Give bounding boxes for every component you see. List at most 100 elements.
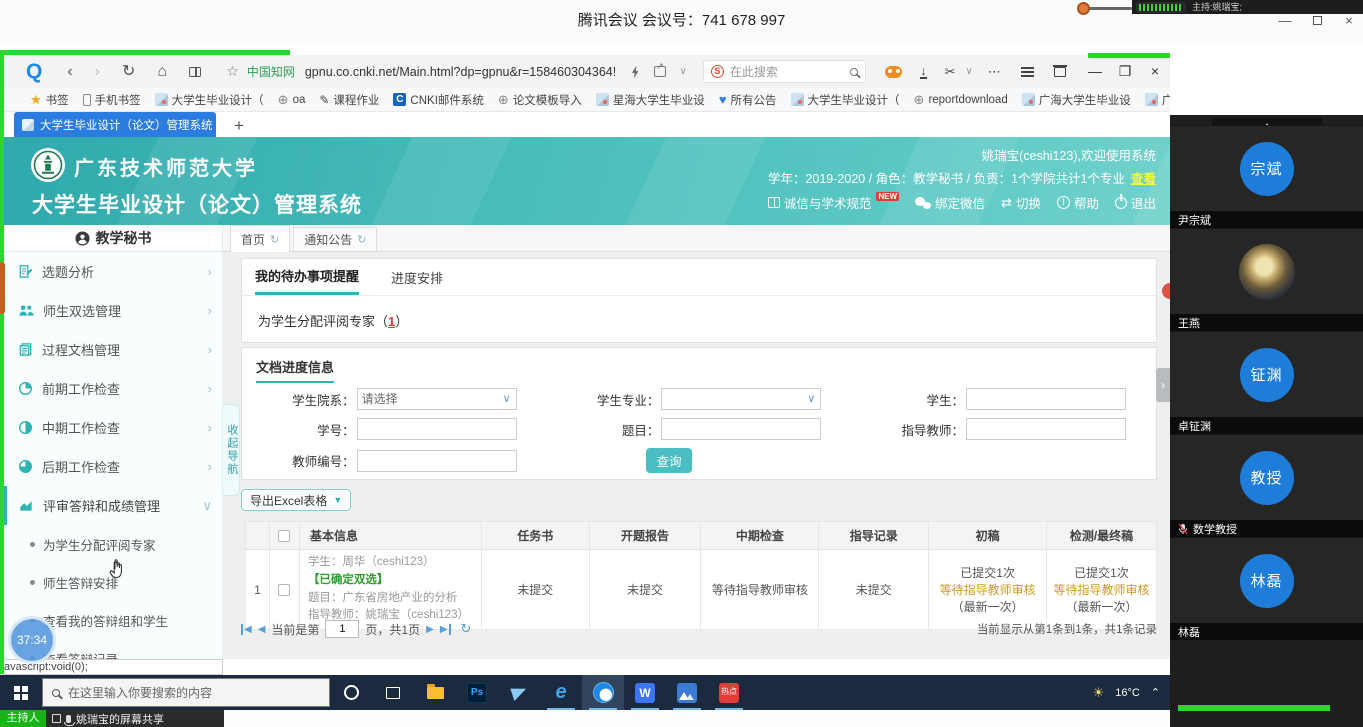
student-no-input[interactable] xyxy=(357,418,517,440)
volume-slider[interactable] xyxy=(1088,7,1132,10)
export-excel-button[interactable]: 导出Excel表格▼ xyxy=(241,489,351,511)
hotspot-button[interactable]: 热点 xyxy=(708,675,750,710)
teacher-input[interactable] xyxy=(966,418,1126,440)
row-checkbox[interactable] xyxy=(278,584,290,596)
site-label[interactable]: 中国知网 xyxy=(247,63,295,80)
bookmark-item[interactable]: 大学生毕业设计（ xyxy=(791,92,900,108)
help-link[interactable]: ! 帮助 xyxy=(1057,193,1099,212)
home-icon[interactable]: ⌂ xyxy=(157,64,167,80)
logout-link[interactable]: 退出 xyxy=(1115,193,1156,212)
bookmark-item[interactable]: 大学生毕业设计（ xyxy=(155,92,264,108)
collapse-nav-tab[interactable]: 收起导航 xyxy=(223,404,240,496)
tab-schedule[interactable]: 进度安排 xyxy=(391,259,443,295)
tray-expand-icon[interactable]: ⌃ xyxy=(1151,686,1160,699)
participant-tile[interactable]: 宗斌 xyxy=(1170,125,1363,211)
download-icon[interactable]: ↓ xyxy=(920,65,927,79)
panel-expander-button[interactable]: › xyxy=(1156,368,1170,402)
forward-icon[interactable]: › xyxy=(95,64,100,80)
weather-icon[interactable]: ☀ xyxy=(1093,685,1105,701)
mountain-app-button[interactable] xyxy=(666,675,708,710)
sidebar-item-early-check[interactable]: 前期工作检查› xyxy=(4,369,222,408)
new-tab-button[interactable]: + xyxy=(234,114,244,137)
more-tools-icon[interactable]: ⋯ xyxy=(988,64,1002,80)
todo-item[interactable]: 为学生分配评阅专家（1） xyxy=(242,296,1156,345)
participant-tile[interactable]: 林磊 xyxy=(1170,537,1363,623)
bookmark-star-icon[interactable]: ☆ xyxy=(226,63,239,80)
screenshot-scissors-icon[interactable]: ✂ xyxy=(945,64,956,80)
bookmark-item[interactable]: ♥所有公告 xyxy=(719,92,777,108)
view-link[interactable]: 查看 xyxy=(1131,172,1156,186)
bookmark-item[interactable]: CCNKI邮件系统 xyxy=(393,92,483,108)
page-number-input[interactable] xyxy=(325,620,359,638)
paper-plane-app-button[interactable] xyxy=(498,675,540,710)
address-bar[interactable]: gpnu.co.cnki.net/Main.html?dp=gpnu&r=158… xyxy=(305,65,625,79)
integrity-link[interactable]: 诚信与学术规范 NEW xyxy=(768,193,899,212)
tab-todo-reminders[interactable]: 我的待办事项提醒 xyxy=(255,259,359,295)
chevron-down-icon[interactable]: ∨ xyxy=(680,66,687,77)
participant-tile[interactable]: 教授 xyxy=(1170,434,1363,520)
refresh-tab-icon[interactable]: ↻ xyxy=(357,233,366,246)
edge-button[interactable]: e xyxy=(540,675,582,710)
screenshot-dropdown-icon[interactable]: ∨ xyxy=(965,66,972,77)
last-page-icon[interactable]: ▶ xyxy=(440,624,451,635)
cortana-button[interactable] xyxy=(330,675,372,710)
sidebar-item-mid-check[interactable]: 中期工作检查› xyxy=(4,408,222,447)
prev-page-icon[interactable]: ◀ xyxy=(258,624,266,635)
wps-button[interactable]: W xyxy=(624,675,666,710)
qq-browser-logo-icon[interactable]: Q xyxy=(26,60,42,84)
sidebar-item-topic-analysis[interactable]: 选题分析› xyxy=(4,252,222,291)
temperature[interactable]: 16°C xyxy=(1115,687,1140,699)
task-view-button[interactable] xyxy=(372,675,414,710)
flash-icon[interactable] xyxy=(631,65,640,79)
tab-notice[interactable]: 通知公告↻ xyxy=(293,227,377,251)
close-icon[interactable]: × xyxy=(1341,13,1357,28)
topic-input[interactable] xyxy=(661,418,821,440)
participant-tile[interactable]: 钲渊 xyxy=(1170,331,1363,417)
taskbar-search-box[interactable]: 在这里输入你要搜索的内容 xyxy=(42,678,330,707)
share-icon[interactable] xyxy=(654,66,665,77)
bookmark-item[interactable]: ✎课程作业 xyxy=(319,92,379,108)
search-icon[interactable] xyxy=(850,68,858,76)
refresh-tab-icon[interactable]: ↻ xyxy=(270,233,279,246)
bookmark-item[interactable]: ⊕reportdownload xyxy=(914,92,1008,108)
reload-list-icon[interactable]: ↻ xyxy=(461,621,472,637)
major-select[interactable] xyxy=(661,388,821,410)
tab-home[interactable]: 首页↻ xyxy=(230,225,290,252)
bookmark-item[interactable]: 手机书签 xyxy=(83,92,141,108)
participant-tile[interactable] xyxy=(1170,228,1363,314)
volume-slider-handle[interactable] xyxy=(1077,2,1090,15)
teacher-no-input[interactable] xyxy=(357,450,517,472)
reading-mode-icon[interactable] xyxy=(189,67,201,77)
sidebar-item-process-docs[interactable]: 过程文档管理› xyxy=(4,330,222,369)
first-page-icon[interactable]: ◀ xyxy=(241,624,252,635)
meeting-timer[interactable]: 37:34 xyxy=(8,616,56,664)
select-all-checkbox[interactable] xyxy=(278,530,290,542)
start-button[interactable] xyxy=(0,675,42,710)
file-explorer-button[interactable] xyxy=(414,675,456,710)
browser-close-icon[interactable]: × xyxy=(1140,63,1170,80)
browser-search-box[interactable]: S 在此搜索 xyxy=(703,60,867,83)
student-input[interactable] xyxy=(966,388,1126,410)
sidebar-item-review-defense[interactable]: 评审答辩和成绩管理∨ xyxy=(4,486,222,525)
bookmark-item[interactable]: 星海大学生毕业设 xyxy=(596,92,705,108)
back-icon[interactable]: ‹ xyxy=(67,64,72,80)
switch-role-link[interactable]: ⇄ 切换 xyxy=(1001,193,1041,212)
next-page-icon[interactable]: ▶ xyxy=(426,624,434,635)
browser-minimize-icon[interactable]: — xyxy=(1080,63,1110,80)
bookmark-item[interactable]: 广二师大学 xyxy=(1145,92,1170,108)
minimize-icon[interactable]: — xyxy=(1277,13,1293,28)
screen-share-banner[interactable]: 姚瑞宝的屏幕共享 xyxy=(46,710,224,727)
bookmark-item[interactable]: ⊕论文模板导入 xyxy=(498,92,582,108)
sidebar-item-late-check[interactable]: 后期工作检查› xyxy=(4,447,222,486)
theme-icon[interactable] xyxy=(1054,67,1066,77)
bookmark-item[interactable]: ★书签 xyxy=(30,92,69,108)
qq-browser-button[interactable] xyxy=(582,675,624,710)
query-button[interactable]: 查询 xyxy=(646,448,692,473)
bookmark-item[interactable]: 广海大学生毕业设 xyxy=(1022,92,1131,108)
restore-icon[interactable] xyxy=(1309,13,1325,28)
photoshop-button[interactable]: Ps xyxy=(456,675,498,710)
browser-restore-icon[interactable]: ❐ xyxy=(1110,63,1140,80)
refresh-icon[interactable]: ↻ xyxy=(122,64,135,80)
game-center-icon[interactable] xyxy=(885,66,902,78)
dept-select[interactable]: 请选择 xyxy=(357,388,517,410)
